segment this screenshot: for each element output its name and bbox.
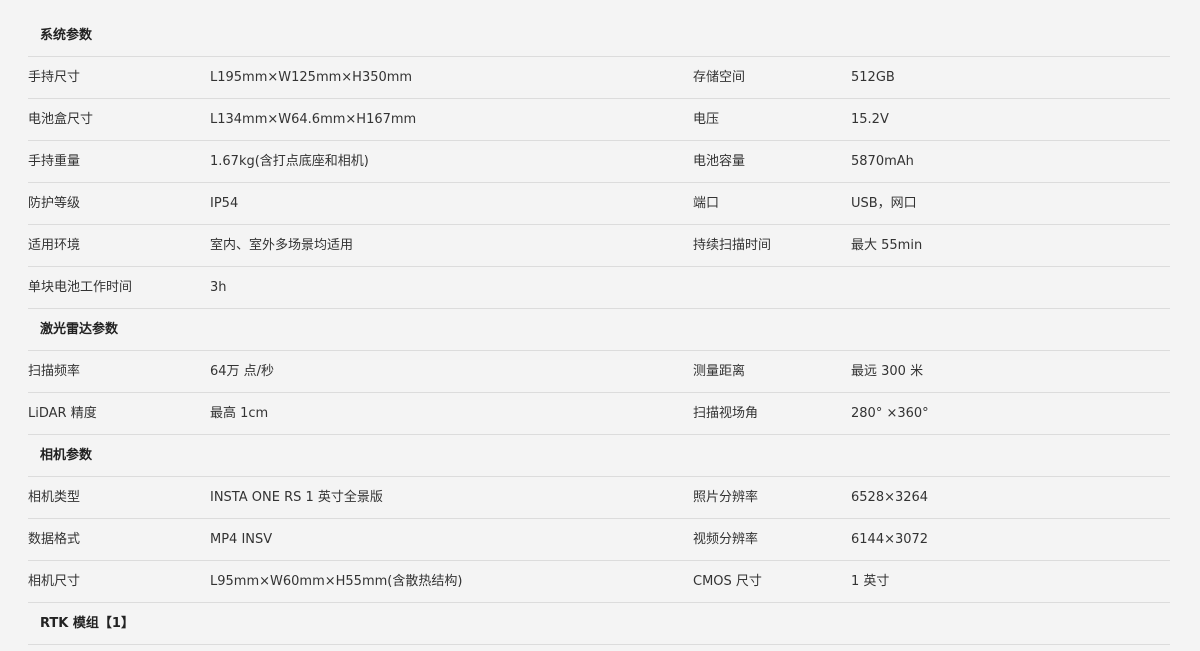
param-value: 15.2V (851, 112, 889, 127)
section-header-lidar: 激光雷达参数 (28, 309, 1170, 351)
param-label: CMOS 尺寸 (693, 574, 762, 589)
section-title: RTK 模组【1】 (40, 616, 134, 631)
param-value: IP54 (210, 196, 239, 211)
table-row: LiDAR 精度 最高 1cm 扫描视场角 280° ×360° (28, 393, 1170, 435)
param-label: 单块电池工作时间 (28, 280, 133, 295)
param-value: INSTA ONE RS 1 英寸全景版 (210, 490, 383, 505)
param-label: 手持尺寸 (28, 70, 81, 85)
param-label: LiDAR 精度 (28, 406, 97, 421)
param-value: L134mm×W64.6mm×H167mm (210, 112, 417, 127)
table-row: 相机类型 INSTA ONE RS 1 英寸全景版 照片分辨率 6528×326… (28, 477, 1170, 519)
param-label: 电池容量 (693, 154, 746, 169)
param-value: 最高 1cm (210, 406, 269, 421)
section-title: 相机参数 (40, 448, 93, 463)
param-value: 1.67kg(含打点底座和相机) (210, 154, 369, 169)
table-row: 手持重量 1.67kg(含打点底座和相机) 电池容量 5870mAh (28, 141, 1170, 183)
param-label: 数据格式 (28, 532, 81, 547)
param-value: 3h (210, 280, 227, 295)
table-row: 手持尺寸 L195mm×W125mm×H350mm 存储空间 512GB (28, 57, 1170, 99)
param-label: 相机类型 (28, 490, 81, 505)
table-row: 防护等级 IP54 端口 USB，网口 (28, 183, 1170, 225)
param-value: MP4 INSV (210, 532, 273, 547)
section-header-system: 系统参数 (28, 15, 1170, 57)
param-value: 最大 55min (851, 238, 923, 253)
param-value: 512GB (851, 70, 895, 85)
section-title: 激光雷达参数 (40, 322, 119, 337)
param-value: USB，网口 (851, 196, 917, 211)
spec-table: 系统参数 手持尺寸 L195mm×W125mm×H350mm 存储空间 512G… (28, 15, 1170, 645)
param-label: 适用环境 (28, 238, 81, 253)
param-value: 5870mAh (851, 154, 914, 169)
param-value: 室内、室外多场景均适用 (210, 238, 354, 253)
table-row: 适用环境 室内、室外多场景均适用 持续扫描时间 最大 55min (28, 225, 1170, 267)
param-value: 6144×3072 (851, 532, 929, 547)
param-label: 电池盒尺寸 (28, 112, 94, 127)
param-label: 持续扫描时间 (693, 238, 772, 253)
section-title: 系统参数 (40, 28, 93, 43)
table-row: 数据格式 MP4 INSV 视频分辨率 6144×3072 (28, 519, 1170, 561)
param-value: 6528×3264 (851, 490, 929, 505)
section-header-rtk: RTK 模组【1】 (28, 603, 1170, 645)
param-value: L195mm×W125mm×H350mm (210, 70, 413, 85)
param-value: 64万 点/秒 (210, 364, 275, 379)
param-value: 1 英寸 (851, 574, 890, 589)
param-label: 手持重量 (28, 154, 81, 169)
param-label: 相机尺寸 (28, 574, 81, 589)
param-value: L95mm×W60mm×H55mm(含散热结构) (210, 574, 463, 589)
param-label: 扫描视场角 (693, 406, 759, 421)
table-row: 单块电池工作时间 3h (28, 267, 1170, 309)
param-label: 扫描频率 (28, 364, 81, 379)
param-label: 视频分辨率 (693, 532, 759, 547)
table-row: 相机尺寸 L95mm×W60mm×H55mm(含散热结构) CMOS 尺寸 1 … (28, 561, 1170, 603)
table-row: 电池盒尺寸 L134mm×W64.6mm×H167mm 电压 15.2V (28, 99, 1170, 141)
section-header-camera: 相机参数 (28, 435, 1170, 477)
table-row: 扫描频率 64万 点/秒 测量距离 最远 300 米 (28, 351, 1170, 393)
param-value: 最远 300 米 (851, 364, 924, 379)
param-label: 存储空间 (693, 70, 746, 85)
param-label: 测量距离 (693, 364, 746, 379)
param-label: 防护等级 (28, 196, 81, 211)
param-value: 280° ×360° (851, 406, 929, 421)
param-label: 照片分辨率 (693, 490, 759, 505)
param-label: 电压 (693, 112, 720, 127)
param-label: 端口 (693, 196, 720, 211)
